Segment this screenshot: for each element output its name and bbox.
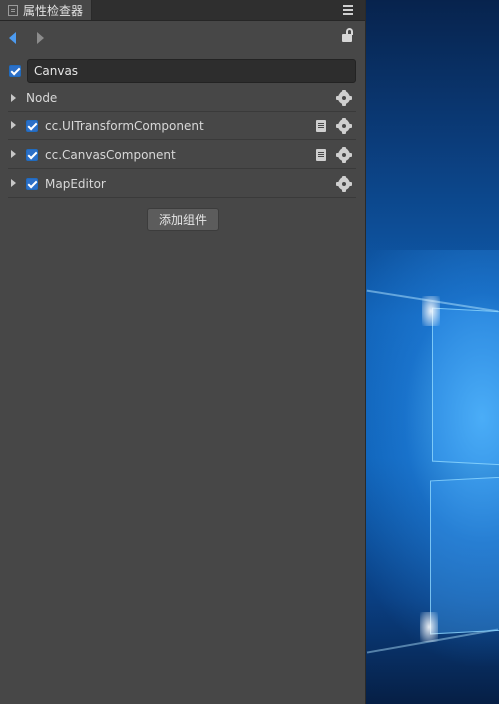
inspector-icon: [8, 4, 18, 16]
expand-caret-icon[interactable]: [11, 150, 16, 158]
node-active-checkbox[interactable]: [9, 65, 21, 77]
gear-icon[interactable]: [336, 147, 352, 163]
expand-caret-icon[interactable]: [11, 94, 16, 102]
menu-icon[interactable]: [343, 3, 353, 15]
expand-caret-icon[interactable]: [11, 121, 16, 129]
gear-icon[interactable]: [336, 118, 352, 134]
add-component-button[interactable]: 添加组件: [147, 208, 219, 231]
expand-caret-icon[interactable]: [11, 179, 16, 187]
component-enabled-checkbox[interactable]: [26, 149, 38, 161]
component-enabled-checkbox[interactable]: [26, 120, 38, 132]
gear-icon[interactable]: [336, 90, 352, 106]
component-label: Node: [26, 91, 58, 105]
desktop-background: [366, 0, 499, 704]
help-doc-icon[interactable]: [316, 120, 326, 132]
component-row-node: Node: [8, 84, 356, 112]
component-label: cc.UITransformComponent: [45, 119, 204, 133]
navigation-row: [0, 21, 365, 53]
component-row-mapeditor: MapEditor: [8, 170, 356, 198]
lock-icon[interactable]: [342, 28, 353, 42]
forward-arrow-icon[interactable]: [37, 32, 44, 44]
inspector-panel: 属性检查器 Node cc.UITransformComponent cc.Ca…: [0, 0, 366, 704]
component-enabled-checkbox[interactable]: [26, 178, 38, 190]
help-doc-icon[interactable]: [316, 149, 326, 161]
component-row-canvas: cc.CanvasComponent: [8, 141, 356, 169]
component-label: MapEditor: [45, 177, 106, 191]
panel-tab-bar: 属性检查器: [0, 0, 365, 21]
component-label: cc.CanvasComponent: [45, 148, 176, 162]
component-row-uitransform: cc.UITransformComponent: [8, 112, 356, 140]
tab-label: 属性检查器: [23, 3, 84, 18]
back-arrow-icon[interactable]: [9, 32, 16, 44]
node-name-input[interactable]: [27, 59, 356, 83]
tab-inspector[interactable]: 属性检查器: [0, 0, 92, 20]
gear-icon[interactable]: [336, 176, 352, 192]
